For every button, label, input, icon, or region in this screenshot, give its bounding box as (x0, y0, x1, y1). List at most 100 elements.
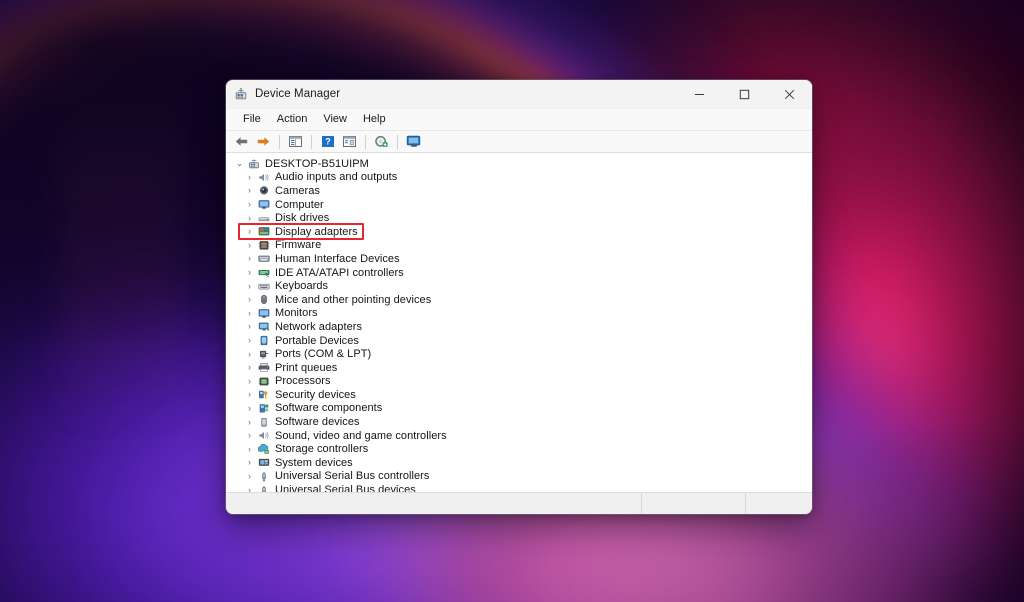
port-connector-icon (257, 348, 271, 360)
maximize-icon (739, 89, 750, 99)
chevron-right-icon[interactable]: › (242, 254, 257, 263)
chevron-right-icon[interactable]: › (242, 471, 257, 481)
tree-item-label: Display adapters (275, 225, 358, 238)
chevron-right-icon[interactable]: › (242, 322, 257, 331)
menubar: File Action View Help (226, 109, 812, 131)
chevron-right-icon[interactable]: › (242, 308, 257, 318)
menu-view[interactable]: View (315, 109, 355, 130)
tree-item-label: Mice and other pointing devices (275, 293, 432, 306)
security-key-icon (257, 389, 271, 401)
tree-item-monitors[interactable]: › Monitors (226, 307, 812, 321)
tree-root-label: DESKTOP-B51UIPM (265, 157, 369, 170)
chevron-right-icon[interactable]: › (242, 485, 257, 492)
svg-text:?: ? (325, 137, 331, 147)
menu-help[interactable]: Help (355, 109, 394, 130)
chevron-right-icon[interactable]: › (242, 458, 257, 467)
tree-item-firmware[interactable]: › Firmware (226, 239, 812, 253)
usb-icon (257, 470, 271, 482)
tree-item-keyboards[interactable]: › Keyboards (226, 279, 812, 293)
forward-button[interactable] (253, 132, 274, 151)
tree-item-ide-ata-atapi-controllers[interactable]: › IDE ATA/ATAPI controllers (226, 266, 812, 280)
menu-file[interactable]: File (235, 109, 269, 130)
chevron-right-icon[interactable]: › (242, 336, 257, 345)
tree-item-label: Software devices (275, 416, 360, 429)
keyboard-icon (257, 280, 271, 292)
tree-item-label: Security devices (275, 388, 356, 401)
tree-item-label: Print queues (275, 361, 338, 374)
tree-item-label: IDE ATA/ATAPI controllers (275, 266, 404, 279)
tree-item-human-interface-devices[interactable]: › Human Interface Devices (226, 252, 812, 266)
tree-item-universal-serial-bus-controllers[interactable]: › Universal Serial Bus controllers (226, 470, 812, 484)
desktop: Device Manager File Action View Help ? ⌄… (0, 0, 1024, 602)
tree-item-software-devices[interactable]: › Software devices (226, 415, 812, 429)
tree-item-print-queues[interactable]: › Print queues (226, 361, 812, 375)
tree-item-label: Keyboards (275, 280, 329, 293)
help-button[interactable]: ? (317, 132, 338, 151)
statusbar (226, 492, 812, 514)
tree-item-network-adapters[interactable]: › Network adapters (226, 320, 812, 334)
tree-item-portable-devices[interactable]: › Portable Devices (226, 334, 812, 348)
chevron-right-icon[interactable]: › (242, 227, 257, 236)
chevron-right-icon[interactable]: › (242, 376, 257, 386)
tree-item-audio-inputs-and-outputs[interactable]: › Audio inputs and outputs (226, 171, 812, 185)
ide-controller-icon (257, 267, 271, 279)
chevron-down-icon[interactable]: ⌄ (232, 159, 247, 168)
chevron-right-icon[interactable]: › (242, 268, 257, 277)
tree-item-computer[interactable]: › Computer (226, 198, 812, 212)
tree-item-label: Disk drives (275, 212, 330, 225)
printer-icon (257, 362, 271, 374)
chevron-right-icon[interactable]: › (242, 281, 257, 291)
chevron-right-icon[interactable]: › (242, 295, 257, 304)
chevron-right-icon[interactable]: › (242, 403, 257, 413)
back-arrow-icon (235, 137, 248, 146)
scan-hardware-changes-button[interactable] (403, 132, 424, 151)
tree-root-node[interactable]: ⌄ DESKTOP-B51UIPM (226, 157, 812, 171)
back-button[interactable] (231, 132, 252, 151)
device-tree[interactable]: ⌄ DESKTOP-B51UIPM › Audio inputs and outp… (226, 153, 812, 492)
update-driver-button[interactable] (371, 132, 392, 151)
tree-item-label: Monitors (275, 307, 318, 320)
tree-item-mice-and-other-pointing-devices[interactable]: › Mice and other pointing devices (226, 293, 812, 307)
toolbar-separator-3 (365, 134, 366, 149)
tree-item-sound-video-and-game-controllers[interactable]: › Sound, video and game controllers (226, 429, 812, 443)
tree-item-universal-serial-bus-devices[interactable]: › Universal Serial Bus devices (226, 483, 812, 492)
software-component-icon (257, 402, 271, 414)
tree-item-security-devices[interactable]: › Security devices (226, 388, 812, 402)
tree-item-display-adapters[interactable]: › Display adapters (226, 225, 812, 239)
properties-button[interactable] (339, 132, 360, 151)
chevron-right-icon[interactable]: › (242, 349, 257, 359)
tree-item-disk-drives[interactable]: › Disk drives (226, 211, 812, 225)
tree-item-label: Software components (275, 402, 383, 415)
chevron-right-icon[interactable]: › (242, 200, 257, 209)
tree-item-cameras[interactable]: › Cameras (226, 184, 812, 198)
camera-icon (257, 185, 271, 197)
tree-item-system-devices[interactable]: › System devices (226, 456, 812, 470)
menu-action[interactable]: Action (269, 109, 316, 130)
chevron-right-icon[interactable]: › (242, 240, 257, 250)
chevron-right-icon[interactable]: › (242, 186, 257, 195)
tree-item-storage-controllers[interactable]: › Storage controllers (226, 442, 812, 456)
close-button[interactable] (767, 80, 812, 108)
system-device-icon (257, 457, 271, 469)
maximize-button[interactable] (722, 80, 767, 108)
portable-device-icon (257, 335, 271, 347)
tree-item-label: Audio inputs and outputs (275, 171, 398, 184)
chevron-right-icon[interactable]: › (242, 172, 257, 182)
window-titlebar[interactable]: Device Manager (226, 80, 812, 109)
tree-item-processors[interactable]: › Processors (226, 375, 812, 389)
chevron-right-icon[interactable]: › (242, 363, 257, 372)
tree-item-software-components[interactable]: › Software components (226, 402, 812, 416)
chevron-right-icon[interactable]: › (242, 390, 257, 399)
minimize-button[interactable] (677, 80, 722, 108)
show-hide-console-tree-button[interactable] (285, 132, 306, 151)
window-title: Device Manager (255, 88, 341, 100)
chevron-right-icon[interactable]: › (242, 444, 257, 454)
storage-controller-icon (257, 443, 271, 455)
chevron-right-icon[interactable]: › (242, 431, 257, 440)
chevron-right-icon[interactable]: › (242, 213, 257, 223)
wallpaper-streak (60, 0, 180, 430)
mouse-icon (257, 294, 271, 306)
chevron-right-icon[interactable]: › (242, 417, 257, 427)
usb-icon (257, 484, 271, 492)
tree-item-ports-com-and-lpt[interactable]: › Ports (COM & LPT) (226, 347, 812, 361)
